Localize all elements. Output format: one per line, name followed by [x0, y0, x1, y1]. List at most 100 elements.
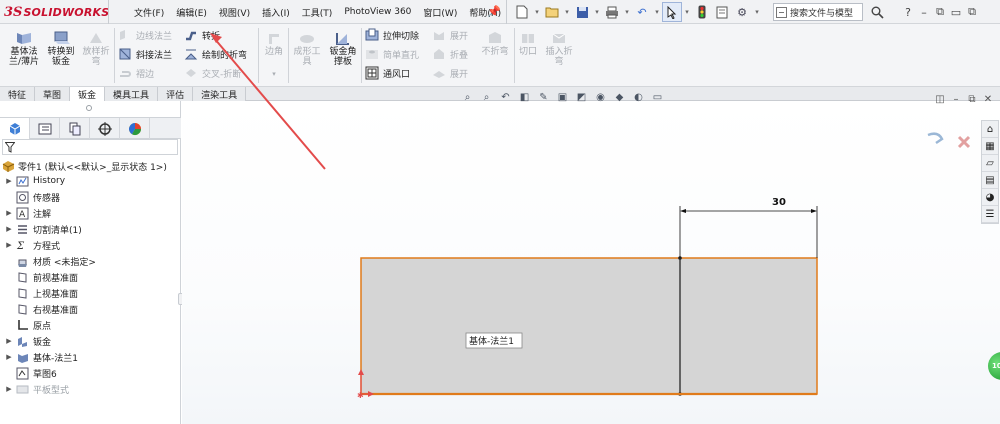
configuration-manager-tab-icon[interactable] [60, 118, 90, 139]
select-dropdown-icon[interactable]: ▾ [682, 2, 692, 22]
custom-properties-icon[interactable]: ☰ [982, 206, 998, 223]
hem-button[interactable]: 褶边 [118, 65, 154, 81]
expand-arrow-icon[interactable]: ▶ [4, 177, 14, 185]
dimension-value[interactable]: 30 [772, 197, 786, 208]
cancel-sketch-x-icon[interactable] [957, 135, 971, 149]
tree-item-flat-pattern[interactable]: ▶ 平板型式 [0, 381, 180, 397]
sheet-metal-gusset-button[interactable]: 钣金角 撑板 [326, 30, 360, 67]
maximize-icon[interactable]: ▭ [948, 3, 964, 21]
menu-insert[interactable]: 插入(I) [256, 6, 296, 19]
solidworks-logo[interactable]: 3S SOLIDWORKS [4, 3, 109, 21]
search-box[interactable]: 搜索文件与模型 [773, 3, 863, 21]
rebuild-traffic-light-icon[interactable] [692, 2, 712, 22]
fold-button[interactable]: 折叠 [432, 46, 468, 62]
print-dropdown-icon[interactable]: ▾ [622, 2, 632, 22]
expand-arrow-icon[interactable]: ▶ [4, 225, 14, 233]
lofted-bend-button[interactable]: 放样折 弯 [80, 30, 112, 67]
open-folder-icon[interactable] [542, 2, 562, 22]
new-document-icon[interactable] [512, 2, 532, 22]
tab-mold-tools[interactable]: 模具工具 [105, 87, 159, 101]
base-flange-button[interactable]: 基体法 兰/薄片 [6, 30, 42, 67]
vent-button[interactable]: 通风口 [365, 65, 410, 81]
tree-item-base-flange[interactable]: ▶ 基体-法兰1 [0, 349, 180, 365]
open-dropdown-icon[interactable]: ▾ [562, 2, 572, 22]
panel-grip-icon[interactable] [86, 105, 92, 111]
tab-sheet-metal[interactable]: 钣金 [70, 87, 106, 101]
rip-button[interactable]: 切口 [516, 30, 540, 57]
design-library-icon[interactable]: ▦ [982, 138, 998, 155]
expand-arrow-icon[interactable]: ▶ [4, 209, 14, 217]
minimize-icon[interactable]: – [916, 3, 932, 21]
tree-item-material[interactable]: 材质 <未指定> [0, 253, 180, 269]
tree-item-equations[interactable]: ▶ Σ 方程式 [0, 237, 180, 253]
print-icon[interactable] [602, 2, 622, 22]
save-dropdown-icon[interactable]: ▾ [592, 2, 602, 22]
miter-flange-button[interactable]: 斜接法兰 [118, 46, 172, 62]
tree-filter-input[interactable] [2, 139, 178, 155]
undo-icon[interactable]: ↶ [632, 2, 652, 22]
menu-file[interactable]: 文件(F) [128, 6, 170, 19]
help-icon[interactable]: ? [900, 3, 916, 21]
menu-view[interactable]: 视图(V) [213, 6, 256, 19]
property-manager-tab-icon[interactable] [30, 118, 60, 139]
edge-flange-button[interactable]: 边线法兰 [118, 27, 172, 43]
menu-window[interactable]: 窗口(W) [417, 6, 463, 19]
menu-photoview[interactable]: PhotoView 360 [338, 7, 417, 17]
forming-tool-button[interactable]: 成形工 具 [290, 30, 324, 67]
restore-icon[interactable]: ⧉ [932, 3, 948, 21]
tree-root-part[interactable]: 零件1 (默认<<默认>_显示状态 1>) [2, 159, 167, 173]
menu-tools[interactable]: 工具(T) [296, 6, 339, 19]
tree-item-right-plane[interactable]: 右视基准面 [0, 301, 180, 317]
feature-manager-tab-icon[interactable] [0, 118, 30, 139]
sketched-bend-button[interactable]: 绘制的折弯 [184, 46, 247, 62]
no-bends-button[interactable]: 不折弯 [478, 30, 512, 57]
save-icon[interactable] [572, 2, 592, 22]
tree-item-sensors[interactable]: 传感器 [0, 189, 180, 205]
display-manager-tab-icon[interactable] [120, 118, 150, 139]
jog-button[interactable]: 转折 [184, 27, 220, 43]
dimxpert-manager-tab-icon[interactable] [90, 118, 120, 139]
expand-arrow-icon[interactable]: ▶ [4, 337, 14, 345]
tree-item-top-plane[interactable]: 上视基准面 [0, 285, 180, 301]
file-properties-icon[interactable] [712, 2, 732, 22]
popout-icon[interactable]: ⧉ [964, 3, 980, 21]
options-gear-icon[interactable]: ⚙ [732, 2, 752, 22]
tab-evaluate[interactable]: 评估 [158, 87, 194, 101]
cross-break-button[interactable]: 交叉-折断 [184, 65, 241, 81]
expand-arrow-icon[interactable]: ▶ [4, 353, 14, 361]
tree-item-history[interactable]: ▶ History [0, 173, 180, 189]
home-icon[interactable]: ⌂ [982, 121, 998, 138]
file-explorer-icon[interactable]: ▱ [982, 155, 998, 172]
tab-features[interactable]: 特征 [0, 87, 36, 101]
simple-hole-button[interactable]: 简单直孔 [365, 46, 419, 62]
tree-item-origin[interactable]: 原点 [0, 317, 180, 333]
select-cursor-icon[interactable] [662, 2, 682, 22]
new-dropdown-icon[interactable]: ▾ [532, 2, 542, 22]
tree-item-sketch6[interactable]: 草图6 [0, 365, 180, 381]
undo-dropdown-icon[interactable]: ▾ [652, 2, 662, 22]
appearances-icon[interactable]: ◕ [982, 189, 998, 206]
tab-render-tools[interactable]: 渲染工具 [193, 87, 247, 101]
tree-item-cut-list[interactable]: ▶ 切割清单(1) [0, 221, 180, 237]
flatten-button[interactable]: 展开 [432, 65, 468, 81]
part-body[interactable] [360, 257, 818, 395]
corners-button[interactable]: 边角 ▾ [262, 30, 286, 79]
tree-item-annotations[interactable]: ▶ A 注解 [0, 205, 180, 221]
view-palette-icon[interactable]: ▤ [982, 172, 998, 189]
exit-sketch-arrow-icon[interactable] [927, 132, 944, 145]
expand-arrow-icon[interactable]: ▶ [4, 241, 14, 249]
options-dropdown-icon[interactable]: ▾ [752, 2, 762, 22]
corners-dropdown-icon[interactable]: ▾ [272, 69, 276, 79]
insert-bends-button[interactable]: 插入折 弯 [542, 30, 576, 67]
tab-sketch[interactable]: 草图 [35, 87, 71, 101]
pin-icon[interactable]: 📌 [487, 5, 501, 19]
convert-to-sheet-metal-button[interactable]: 转换到 钣金 [43, 30, 79, 67]
search-magnifier-icon[interactable] [866, 3, 888, 21]
unfold-button[interactable]: 展开 [432, 27, 468, 43]
tree-item-front-plane[interactable]: 前视基准面 [0, 269, 180, 285]
extruded-cut-button[interactable]: 拉伸切除 [365, 27, 419, 43]
menu-edit[interactable]: 编辑(E) [170, 6, 213, 19]
expand-arrow-icon[interactable]: ▶ [4, 385, 14, 393]
graphics-area[interactable]: ⌕ ⌕ ↶ ◧ ✎ ▣ ◩ ◉ ◆ ◐ ▭ ◫ – ⧉ ✕ 30 ✱ 基体-法兰… [182, 92, 1000, 424]
tree-item-sheet-metal[interactable]: ▶ 钣金 [0, 333, 180, 349]
